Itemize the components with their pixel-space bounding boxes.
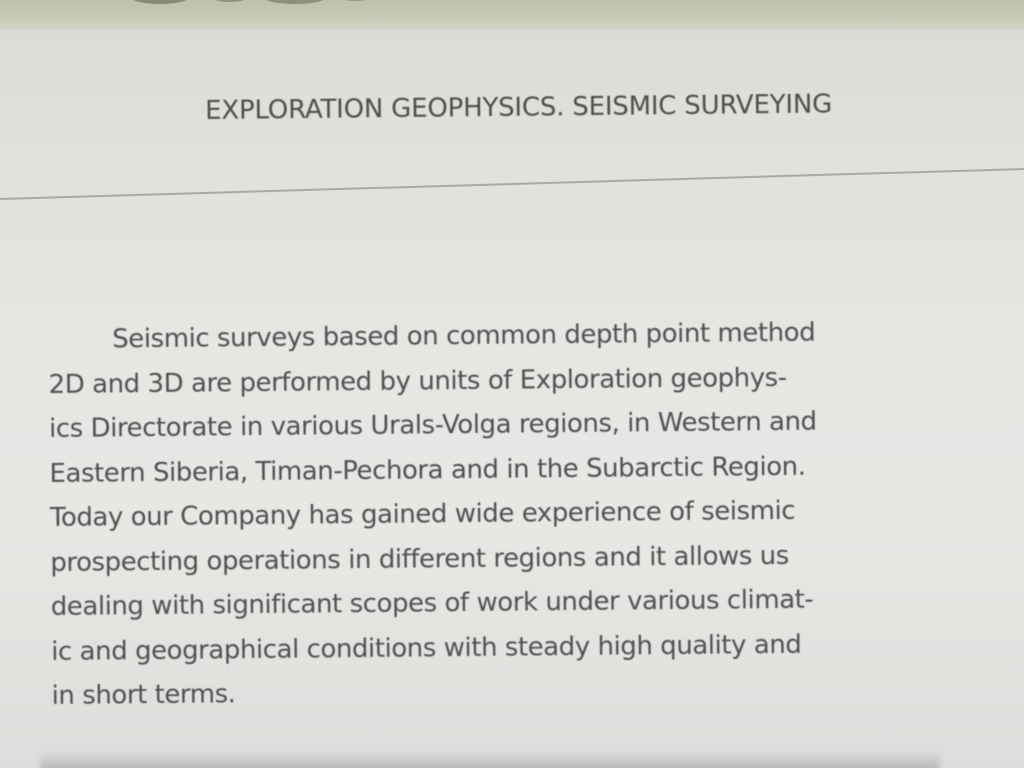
paragraph-line: in short terms. — [51, 679, 236, 711]
page-header-title: EXPLORATION GEOPHYSICS. SEISMIC SURVEYIN… — [205, 89, 833, 126]
document-page: EXPLORATION GEOPHYSICS. SEISMIC SURVEYIN… — [0, 0, 1024, 768]
top-paper-edge — [0, 0, 1024, 30]
top-edge-marks — [133, 0, 365, 4]
header-rule — [0, 168, 1024, 204]
bottom-edge-shadow — [40, 752, 940, 768]
body-paragraph: Seismic surveys based on common depth po… — [48, 309, 972, 718]
